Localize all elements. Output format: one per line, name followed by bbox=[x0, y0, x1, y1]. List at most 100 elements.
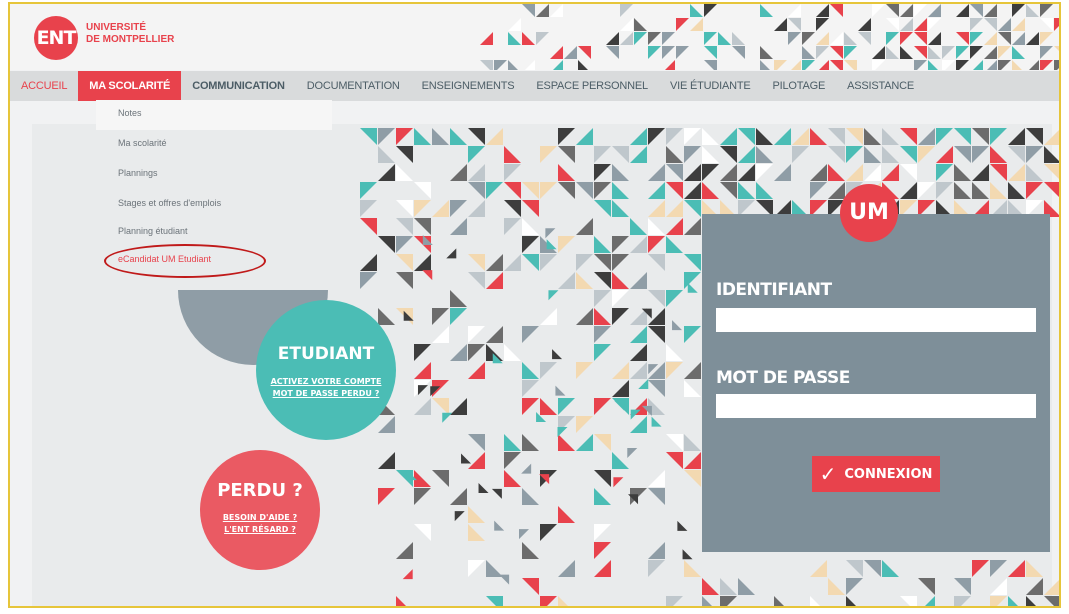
decorative-triangle bbox=[486, 596, 503, 606]
decorative-triangle bbox=[936, 128, 953, 145]
decorative-triangle bbox=[492, 353, 503, 364]
decorative-triangle bbox=[972, 560, 989, 577]
decorative-triangle bbox=[360, 182, 377, 199]
decorative-triangle bbox=[576, 308, 593, 325]
decorative-triangle bbox=[540, 524, 557, 541]
decorative-triangle bbox=[540, 596, 557, 606]
decorative-triangle bbox=[546, 239, 557, 250]
decorative-triangle bbox=[468, 272, 485, 289]
decorative-triangle bbox=[540, 398, 557, 415]
decorative-triangle bbox=[468, 128, 485, 145]
decorative-triangle bbox=[378, 416, 395, 433]
decorative-triangle bbox=[1044, 164, 1059, 179]
decorative-triangle bbox=[882, 128, 899, 145]
decorative-triangle bbox=[828, 128, 845, 145]
decorative-triangle bbox=[990, 596, 1007, 606]
decorative-triangle bbox=[738, 164, 755, 181]
decorative-triangle bbox=[612, 452, 629, 469]
forgot-password-link[interactable]: MOT DE PASSE PERDU ? bbox=[256, 388, 396, 399]
decorative-triangle bbox=[414, 398, 431, 415]
decorative-triangle bbox=[461, 453, 472, 464]
decorative-triangle bbox=[450, 308, 467, 325]
decorative-triangle bbox=[672, 320, 683, 331]
decorative-triangle bbox=[630, 146, 647, 163]
decorative-triangle bbox=[450, 200, 467, 217]
decorative-triangle bbox=[504, 164, 521, 181]
decorative-triangle bbox=[810, 560, 827, 577]
decorative-triangle bbox=[1008, 182, 1025, 199]
decorative-triangle bbox=[612, 164, 629, 181]
connexion-label: CONNEXION bbox=[844, 466, 933, 482]
decorative-triangle bbox=[918, 578, 935, 595]
decorative-triangle bbox=[882, 164, 899, 181]
decorative-triangle bbox=[378, 146, 395, 163]
decorative-triangle bbox=[1026, 596, 1036, 606]
decorative-triangle bbox=[558, 128, 575, 145]
decorative-triangle bbox=[594, 470, 611, 487]
decorative-triangle bbox=[557, 427, 568, 438]
decorative-triangle bbox=[990, 182, 1007, 199]
decorative-triangle bbox=[846, 146, 863, 163]
decorative-triangle bbox=[702, 182, 719, 199]
decorative-triangle bbox=[558, 506, 575, 523]
activate-account-link[interactable]: ACTIVEZ VOTRE COMPTE bbox=[256, 376, 396, 387]
password-label: MOT DE PASSE bbox=[716, 368, 850, 388]
need-help-link[interactable]: BESOIN D'AIDE ? bbox=[200, 512, 320, 523]
decorative-triangle bbox=[684, 470, 701, 487]
decorative-triangle bbox=[522, 362, 539, 379]
dropdown-item-notes[interactable]: Notes bbox=[118, 108, 142, 118]
decorative-triangle bbox=[414, 182, 431, 199]
decorative-triangle bbox=[504, 452, 521, 469]
password-input[interactable] bbox=[716, 394, 1036, 418]
decorative-triangle bbox=[414, 362, 431, 379]
decorative-triangle bbox=[918, 182, 935, 199]
decorative-triangle bbox=[882, 146, 899, 163]
decorative-triangle bbox=[612, 236, 629, 253]
decorative-triangle bbox=[522, 218, 539, 235]
decorative-triangle bbox=[702, 596, 712, 606]
browser-frame: ENT UNIVERSITÉ DE MONTPELLIER ACCUEIL MA… bbox=[8, 2, 1061, 608]
decorative-triangle bbox=[684, 560, 701, 577]
decorative-triangle bbox=[360, 200, 377, 217]
decorative-triangle bbox=[540, 254, 557, 271]
decorative-triangle bbox=[630, 218, 647, 235]
decorative-triangle bbox=[936, 146, 953, 163]
dropdown-item-ma-scolarite[interactable]: Ma scolarité bbox=[118, 138, 167, 148]
decorative-triangle bbox=[612, 146, 629, 163]
decorative-triangle bbox=[666, 218, 683, 235]
decorative-triangle bbox=[522, 236, 539, 253]
decorative-triangle bbox=[558, 146, 575, 163]
identifiant-input[interactable] bbox=[716, 308, 1036, 332]
decorative-triangle bbox=[594, 524, 611, 541]
decorative-triangle bbox=[648, 326, 665, 343]
decorative-triangle bbox=[594, 272, 611, 289]
decorative-triangle bbox=[396, 200, 413, 217]
decorative-triangle bbox=[548, 290, 559, 301]
decorative-triangle bbox=[522, 326, 539, 343]
decorative-triangle bbox=[396, 254, 413, 271]
decorative-triangle bbox=[594, 308, 611, 325]
decorative-triangle bbox=[450, 128, 467, 145]
decorative-triangle bbox=[432, 200, 449, 217]
dropdown-item-plannings[interactable]: Plannings bbox=[118, 168, 158, 178]
decorative-triangle bbox=[486, 128, 503, 145]
decorative-triangle bbox=[846, 164, 863, 181]
decorative-triangle bbox=[504, 344, 521, 361]
decorative-triangle bbox=[1026, 128, 1043, 145]
decorative-triangle bbox=[687, 282, 698, 293]
decorative-triangle bbox=[432, 470, 449, 487]
dropdown-item-planning-etudiant[interactable]: Planning étudiant bbox=[118, 226, 188, 236]
decorative-triangle bbox=[594, 326, 611, 343]
decorative-triangle bbox=[540, 362, 557, 379]
decorative-triangle bbox=[651, 416, 662, 427]
dropdown-item-stages[interactable]: Stages et offres d'emplois bbox=[118, 198, 221, 208]
decorative-triangle bbox=[432, 326, 449, 343]
ent-help-link[interactable]: L'ENT RÉSARD ? bbox=[200, 524, 320, 535]
connexion-button[interactable]: ✓ CONNEXION bbox=[812, 456, 940, 492]
decorative-triangle bbox=[630, 272, 647, 289]
decorative-triangle bbox=[450, 218, 467, 235]
decorative-triangle bbox=[522, 578, 539, 595]
decorative-triangle bbox=[1044, 580, 1059, 595]
identifiant-label: IDENTIFIANT bbox=[716, 280, 832, 300]
decorative-triangle bbox=[422, 270, 433, 281]
